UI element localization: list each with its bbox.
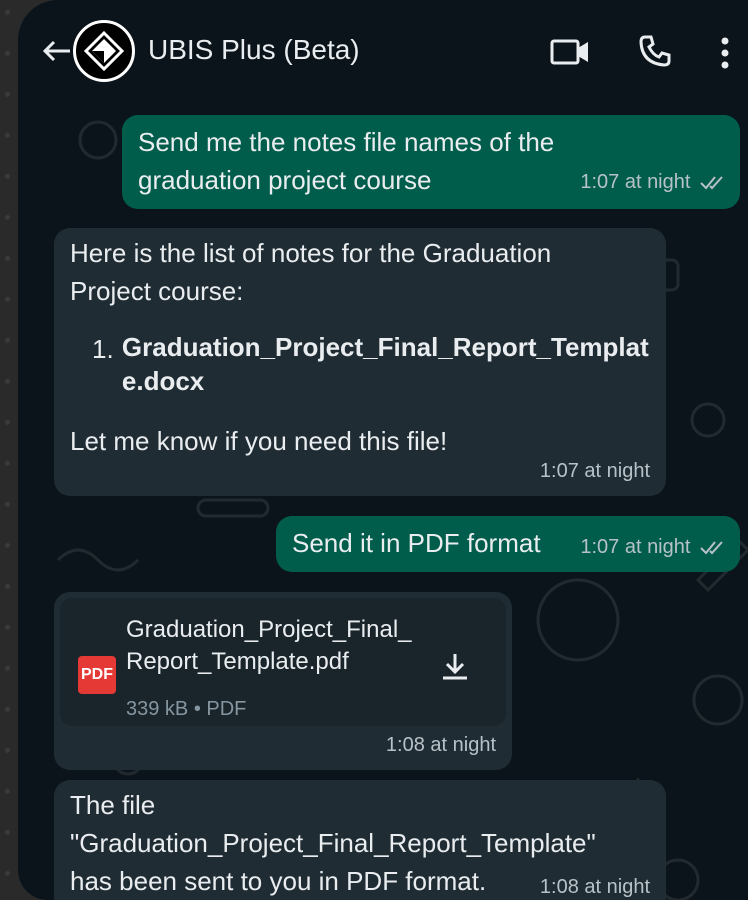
chat-title[interactable]: UBIS Plus (Beta): [148, 34, 360, 66]
message-outgoing[interactable]: Send me the notes file names of the grad…: [122, 115, 740, 209]
message-time: 1:07 at night: [539, 460, 650, 482]
message-intro: Here is the list of notes for the Gradua…: [70, 238, 552, 306]
chat-header: UBIS Plus (Beta): [18, 0, 748, 100]
file-name: Graduation_Project_Final_Report_Template…: [121, 332, 649, 396]
message-time: 1:08 at night: [385, 734, 496, 756]
message-incoming[interactable]: Here is the list of notes for the Gradua…: [54, 228, 666, 496]
video-call-icon[interactable]: [550, 38, 590, 66]
document-meta: 339 kB • PDF: [126, 698, 247, 720]
message-document[interactable]: PDF Graduation_Project_Final_Report_Temp…: [54, 592, 512, 770]
read-ticks-icon: [700, 541, 723, 555]
more-options-icon[interactable]: [718, 36, 732, 70]
download-icon[interactable]: [438, 650, 472, 684]
list-item: 1. Graduation_Project_Final_Report_Templ…: [70, 330, 650, 398]
phone-call-icon[interactable]: [638, 34, 672, 68]
list-number: 1.: [92, 334, 114, 364]
pdf-file-icon: PDF: [78, 656, 116, 694]
app-logo-icon[interactable]: [73, 20, 135, 82]
message-text: Send me the notes file names of the grad…: [138, 127, 555, 195]
message-incoming[interactable]: The file "Graduation_Project_Final_Repor…: [54, 780, 666, 900]
message-outgoing[interactable]: Send it in PDF format 1:07 at night: [276, 516, 740, 572]
message-time: 1:08 at night: [539, 876, 650, 898]
document-card[interactable]: PDF Graduation_Project_Final_Report_Temp…: [60, 598, 506, 726]
chat-screen: UBIS Plus (Beta) Send me the notes file …: [18, 0, 748, 900]
read-ticks-icon: [700, 176, 723, 190]
document-name: Graduation_Project_Final_Report_Template…: [126, 616, 412, 675]
message-time: 1:07 at night: [580, 528, 726, 566]
message-time: 1:07 at night: [580, 163, 726, 201]
